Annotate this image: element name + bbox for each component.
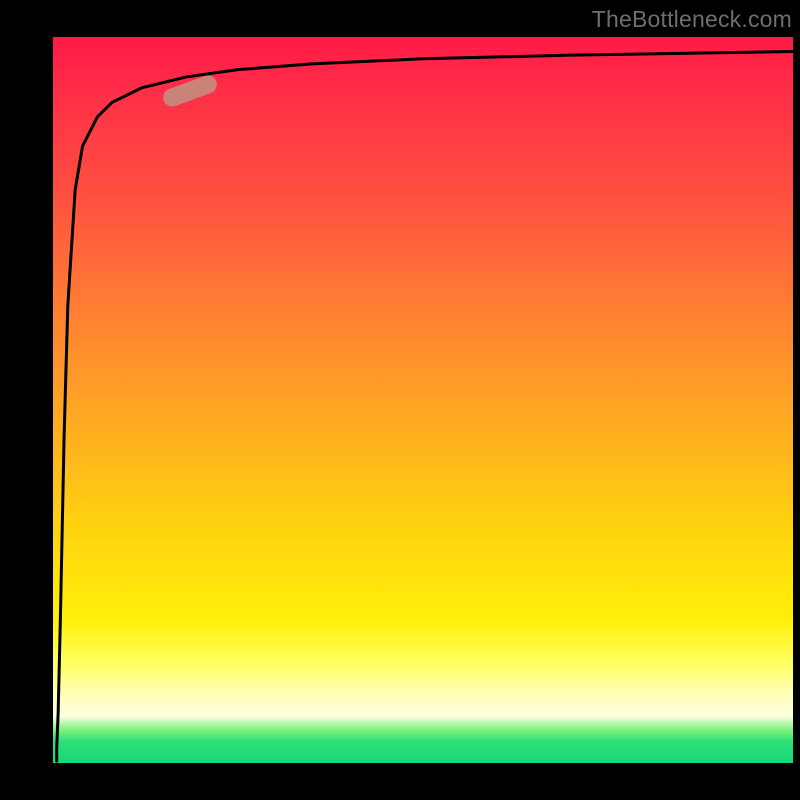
bottleneck-curve [57, 52, 793, 761]
chart-frame: TheBottleneck.com [0, 0, 800, 800]
watermark-text: TheBottleneck.com [592, 6, 792, 33]
curve-layer [53, 37, 793, 763]
